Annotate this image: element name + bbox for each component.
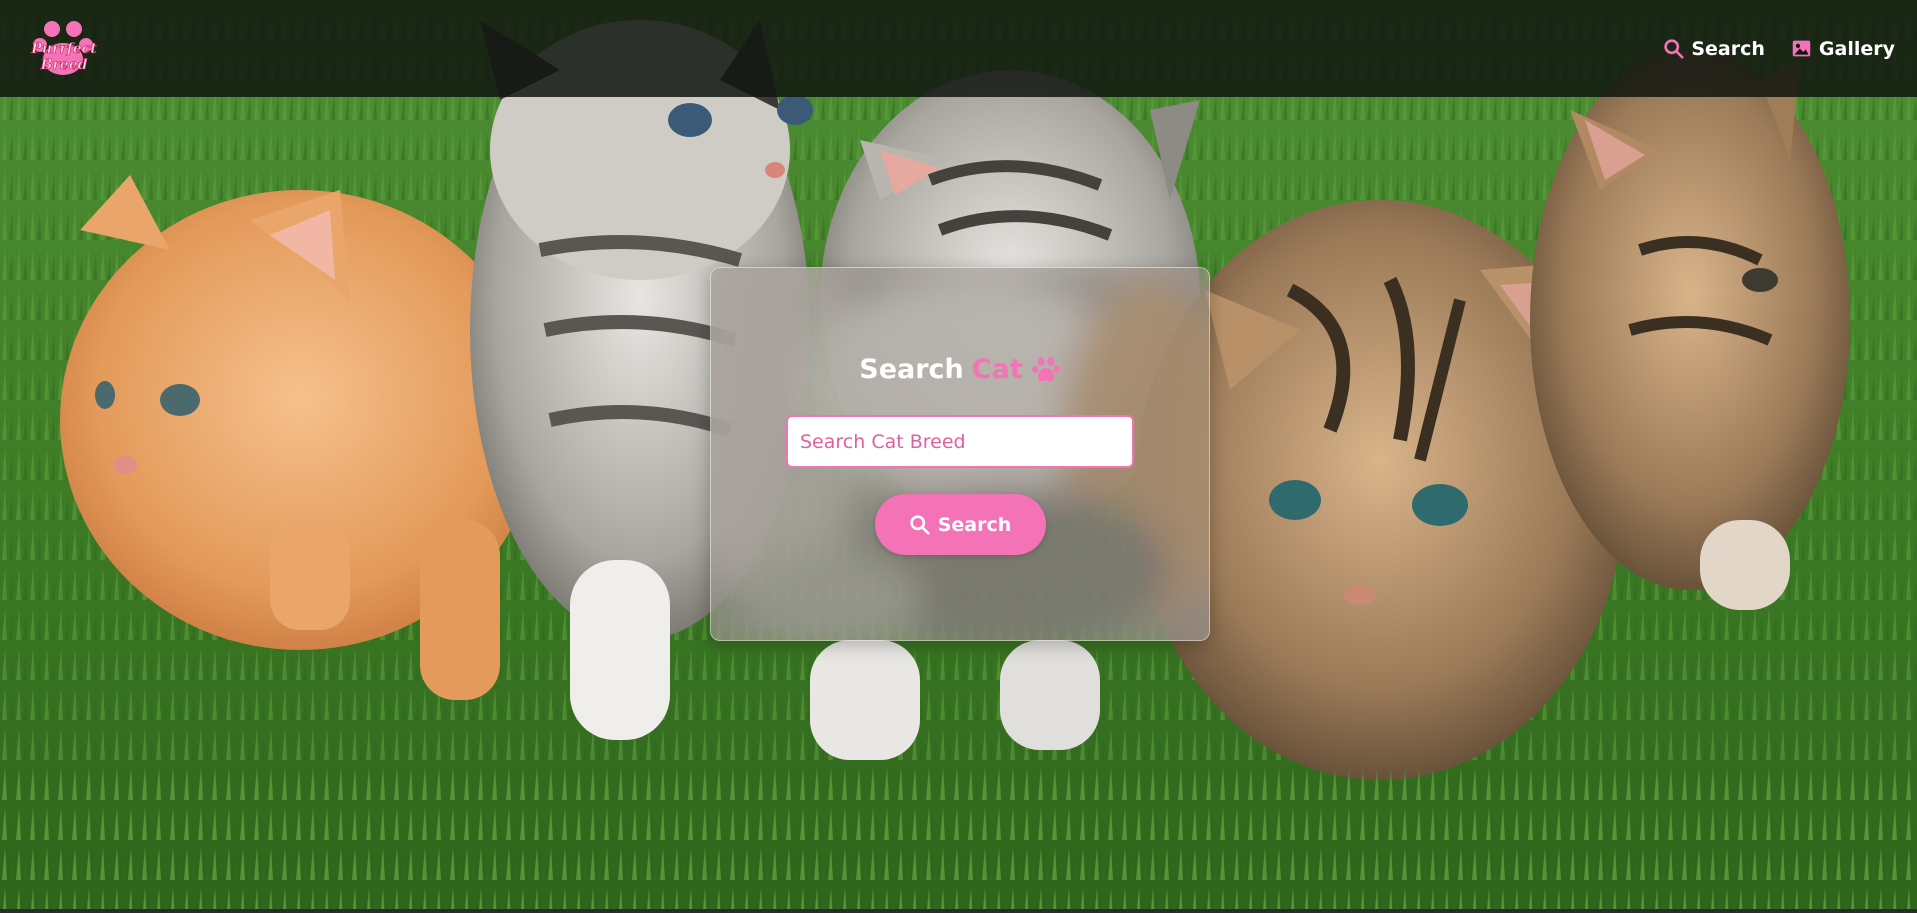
title-prefix: Search <box>859 354 964 385</box>
search-button-label: Search <box>937 513 1012 536</box>
search-card: Search Cat Search <box>710 267 1210 641</box>
search-icon <box>910 515 930 535</box>
logo-text-line2: Breed <box>40 57 88 73</box>
search-breed-input[interactable] <box>786 415 1134 468</box>
title-accent: Cat <box>971 354 1023 385</box>
search-button[interactable]: Search <box>874 494 1046 555</box>
search-card-content: Search Cat Search <box>711 268 1209 555</box>
logo-text-line1: Purrfect <box>30 41 97 57</box>
nav-link-gallery[interactable]: Gallery <box>1791 38 1895 60</box>
search-icon <box>1664 39 1684 59</box>
paw-logo-icon: Purrfect Breed <box>30 20 98 75</box>
paw-icon <box>1031 356 1060 381</box>
nav-link-gallery-label: Gallery <box>1818 37 1895 60</box>
nav-link-search-label: Search <box>1691 37 1765 60</box>
search-card-title: Search Cat <box>859 354 1060 385</box>
window-bottom-edge <box>0 909 1917 913</box>
nav-link-search[interactable]: Search <box>1663 38 1765 60</box>
brand-logo[interactable]: Purrfect Breed <box>26 17 102 81</box>
top-navbar: Purrfect Breed Search Gallery <box>0 0 1917 97</box>
image-icon <box>1792 40 1811 57</box>
nav-links: Search Gallery <box>1663 38 1895 60</box>
